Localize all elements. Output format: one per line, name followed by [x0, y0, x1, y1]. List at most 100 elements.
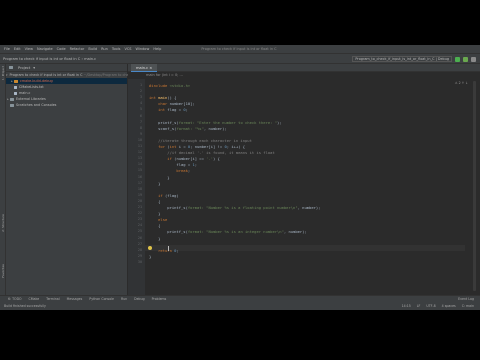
code-line[interactable]: printf_s(format: "Number %s is an intege…	[149, 229, 307, 235]
code-token: printf_s(	[149, 119, 179, 125]
code-token: else	[149, 217, 168, 223]
code-line[interactable]: }	[149, 236, 160, 241]
c-file-icon	[14, 91, 17, 95]
nav-crumb-project[interactable]: Program to check if input is int or floa…	[3, 57, 80, 61]
navigation-bar: Program to check if input is int or floa…	[0, 53, 480, 64]
tool-tab[interactable]: Run	[121, 297, 127, 301]
menu-item[interactable]: Tools	[112, 47, 121, 51]
favorites-tool-tab[interactable]: Favorites	[1, 264, 5, 278]
code-line[interactable]: }	[149, 175, 169, 180]
code-line[interactable]: {	[149, 223, 160, 228]
cmake-file-icon	[14, 85, 17, 89]
code-token: format: "Number %s is a floating point n…	[187, 205, 298, 210]
menu-item[interactable]: Build	[88, 47, 97, 51]
line-number-gutter: 1 2 3 4 5 6 7 8 9 10 11 12 13 14 15 16 17 18 19 20 21 22 23 24 2…	[128, 79, 145, 295]
code-line[interactable]: int main() {	[149, 95, 176, 100]
line-number: 24	[137, 223, 142, 228]
code-line[interactable]: }	[149, 211, 160, 216]
code-line[interactable]: int flag = 0;	[149, 107, 188, 112]
code-line[interactable]: //if decimal '.' is found, it means it i…	[149, 150, 274, 155]
code-line[interactable]: if (flag)	[149, 193, 179, 198]
editor-scrollbar[interactable]	[473, 81, 476, 291]
code-breadcrumb[interactable]: main for (int i = 0; ...	[128, 72, 480, 79]
code-token: {	[149, 198, 161, 204]
code-line[interactable]: char number[10];	[149, 101, 195, 106]
code-token: //iterate through each character in inpu…	[149, 137, 252, 143]
code-token: format: "Number %s is an integer number\…	[187, 229, 284, 235]
line-number: 23	[137, 217, 142, 222]
menu-item[interactable]: Help	[153, 47, 161, 51]
menu-item[interactable]: Run	[101, 47, 108, 51]
tool-tab[interactable]: Debug	[134, 297, 144, 301]
line-number: 27	[137, 241, 142, 246]
code-line[interactable]: break;	[149, 168, 190, 173]
tool-tab[interactable]: Terminal	[46, 297, 59, 301]
tree-scratches-label: Scratches and Consoles	[16, 103, 57, 107]
status-message[interactable]: Build finished successfully	[4, 304, 46, 308]
line-number: 9	[139, 131, 142, 136]
code-token: int	[169, 144, 179, 149]
menu-item[interactable]: File	[4, 47, 10, 51]
code-editor[interactable]: #include <stdio.h> int main() { char numb…	[145, 79, 469, 295]
debug-icon[interactable]	[463, 56, 468, 62]
code-line[interactable]: printf_s(format: "Enter the number to ch…	[149, 119, 281, 125]
line-number: 18	[137, 186, 142, 191]
line-number: 22	[137, 211, 142, 216]
menu-item[interactable]: Edit	[14, 47, 21, 51]
code-line[interactable]: else	[149, 217, 167, 222]
tool-tab[interactable]: 6: TODO	[8, 297, 22, 301]
project-panel-title[interactable]: Project	[18, 66, 30, 70]
menu-item[interactable]: Navigate	[37, 47, 53, 51]
search-icon[interactable]	[471, 56, 476, 62]
code-token: char	[149, 101, 170, 107]
menu-item[interactable]: Refactor	[70, 47, 85, 51]
code-line[interactable]: {	[149, 199, 160, 204]
code-token: (flag)	[165, 192, 179, 198]
tree-item-label: cmake-build-debug	[20, 79, 53, 83]
line-number: 26	[137, 235, 142, 240]
caret-position[interactable]: 14:15	[402, 304, 411, 308]
code-line[interactable]: scanf_s(format: "%s", number);	[149, 126, 227, 131]
code-line[interactable]: //iterate through each character in inpu…	[149, 138, 252, 143]
file-encoding[interactable]: UTF-8	[426, 304, 435, 308]
structure-tool-tab[interactable]: 2: Structure	[1, 214, 5, 232]
chevron-down-icon[interactable]: ▾	[33, 66, 35, 70]
code-line[interactable]: flag = 1;	[149, 162, 197, 167]
indent-setting[interactable]: 4 spaces	[442, 304, 456, 308]
menu-item[interactable]: Code	[57, 47, 66, 51]
code-token: }	[149, 253, 152, 259]
run-config-select[interactable]: Program_to_check_if_input_is_int_or_floa…	[352, 56, 452, 62]
folder-icon	[14, 79, 18, 83]
tool-tab[interactable]: Python Console	[89, 297, 114, 301]
code-line[interactable]: for (int i = 0; number[i] != 0; i++) {	[149, 144, 245, 149]
line-number: 25	[137, 229, 142, 234]
menu-bar: File Edit View Navigate Code Refactor Build Run…	[0, 45, 480, 53]
code-context[interactable]: C: main	[462, 304, 474, 308]
tool-tab[interactable]: Event Log	[458, 297, 474, 301]
tree-scratches[interactable]: Scratches and Consoles	[6, 102, 127, 108]
line-separator[interactable]: LF	[417, 304, 421, 308]
code-line[interactable]: }	[149, 181, 160, 186]
menu-item[interactable]: Window	[136, 47, 150, 51]
code-token: , number);	[283, 229, 307, 235]
inspection-indicators[interactable]: ⚠ 2 ↑ ↓	[455, 81, 468, 85]
code-line[interactable]: #include <stdio.h>	[149, 83, 190, 88]
code-token: #include	[149, 83, 170, 88]
line-number: 6	[139, 113, 142, 118]
menu-item[interactable]: View	[25, 47, 33, 51]
tool-tab[interactable]: CMake	[29, 297, 40, 301]
code-line[interactable]: if (number[i] == '.') {	[149, 156, 220, 161]
code-line[interactable]: printf_s(format: "Number %s is a floatin…	[149, 205, 320, 210]
chevron-down-icon[interactable]: ▾	[6, 73, 8, 77]
menu-item[interactable]: VCS	[124, 47, 131, 51]
code-line[interactable]: }	[149, 254, 151, 259]
nav-crumb-file[interactable]: main.c	[84, 57, 96, 61]
tool-tab[interactable]: Problems	[152, 297, 167, 301]
tab-main-c[interactable]: main.c ×	[131, 64, 158, 72]
code-line[interactable]: return 0;	[149, 248, 179, 253]
run-icon[interactable]	[455, 56, 460, 62]
tool-tab[interactable]: Messages	[67, 297, 83, 301]
project-tool-tab[interactable]: 1: Project	[1, 66, 5, 80]
code-token: flag =	[167, 107, 184, 113]
lightbulb-icon[interactable]	[148, 246, 152, 250]
